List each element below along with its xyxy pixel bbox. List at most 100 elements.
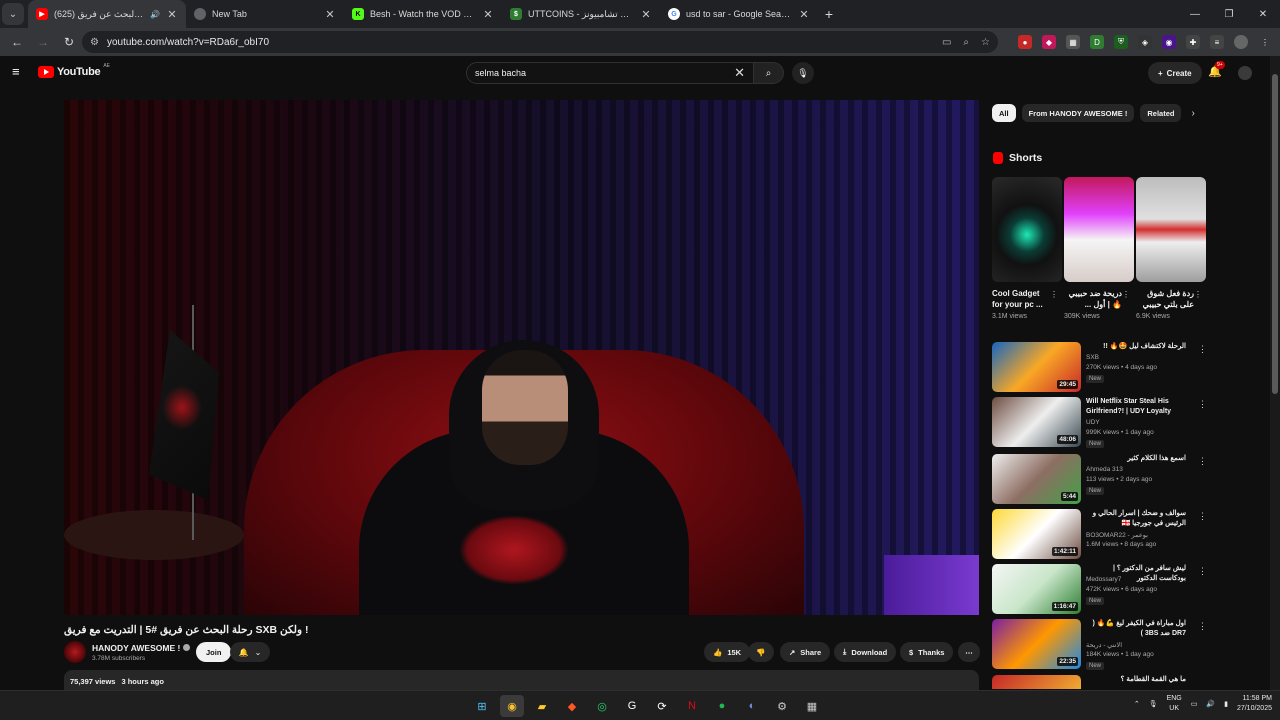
description-box[interactable]: 75,397 views 3 hours ago xyxy=(64,670,979,692)
profile-icon[interactable] xyxy=(1234,35,1248,49)
extension-eye-icon[interactable]: ◉ xyxy=(1162,35,1176,49)
recommended-channel[interactable]: Ahmeda 313 xyxy=(1086,466,1123,473)
video-thumbnail[interactable] xyxy=(992,675,1081,689)
channel-name-row[interactable]: HANODY AWESOME ! xyxy=(92,643,191,653)
recommended-video[interactable]: 1:16:47 ليش سافر من الدكتور ؟ | بودكاست … xyxy=(992,564,1207,614)
recommended-channel[interactable]: BO3OMAR22 - بوعمر xyxy=(1086,531,1148,539)
short-item[interactable]: Cool Gadget for your pc ... 3.1M views ⋮ xyxy=(992,177,1062,320)
account-avatar[interactable] xyxy=(1238,66,1252,80)
dislike-button[interactable]: 👎 xyxy=(748,642,774,662)
zoom-icon[interactable]: ⌕ xyxy=(963,37,969,48)
extension-shield-icon[interactable]: ⛨ xyxy=(1114,35,1128,49)
short-title[interactable]: ردة فعل شوق على بلتي حبيبي ... xyxy=(1136,288,1194,310)
recommended-video[interactable]: 48:06 Will Netflix Star Steal His Girlfr… xyxy=(992,397,1207,448)
url-input[interactable]: ⚙ youtube.com/watch?v=RDa6r_obI70 ▭ ⌕ ☆ xyxy=(82,31,998,53)
recommended-video[interactable]: 29:45 الرحلة لاكتشاف ليل 🤩🔥 !! SXB 270K … xyxy=(992,342,1207,392)
subscription-bell-button[interactable]: 🔔 ⌄ xyxy=(230,642,270,662)
notifications-bell-icon[interactable]: 🔔 9+ xyxy=(1208,61,1225,78)
close-icon[interactable]: ✕ xyxy=(324,8,336,21)
tab-new[interactable]: New Tab ✕ xyxy=(186,0,344,28)
extension-grid-icon[interactable]: ▦ xyxy=(1066,35,1080,49)
youtube-logo[interactable]: YouTube AE xyxy=(38,63,110,78)
video-thumbnail[interactable]: 29:45 xyxy=(992,342,1081,392)
extension-d-icon[interactable]: D xyxy=(1090,35,1104,49)
chip-all[interactable]: All xyxy=(992,104,1016,122)
more-vertical-icon[interactable]: ⋮ xyxy=(1198,566,1207,577)
close-icon[interactable]: ✕ xyxy=(640,8,652,21)
short-title[interactable]: دريحة ضد حبيبي 🔥 | أول ... xyxy=(1064,288,1122,310)
spotify-icon[interactable]: ● xyxy=(710,695,734,717)
maximize-icon[interactable]: ❐ xyxy=(1212,0,1246,28)
recommended-title[interactable]: ما هي القمة القطامة ؟ xyxy=(1086,675,1186,685)
file-explorer-icon[interactable]: ▰ xyxy=(530,695,554,717)
menu-icon[interactable]: ≡ xyxy=(12,65,26,78)
close-icon[interactable]: ✕ xyxy=(482,8,494,21)
tab-search-button[interactable]: ⌄ xyxy=(2,3,24,25)
recommended-video[interactable]: 1:42:11 سوالف و ضحك | اسرار الحالي و الر… xyxy=(992,509,1207,559)
recommended-channel[interactable]: UDY xyxy=(1086,419,1100,426)
steam-icon[interactable]: ⚙ xyxy=(770,695,794,717)
extension-diamond-icon[interactable]: ◈ xyxy=(1138,35,1152,49)
tray-overflow-icon[interactable]: ⌃ xyxy=(1134,700,1140,708)
cast-icon[interactable]: ▭ xyxy=(942,37,951,48)
video-player[interactable] xyxy=(64,100,979,615)
share-button[interactable]: ↗ Share xyxy=(780,642,831,662)
thanks-button[interactable]: $ Thanks xyxy=(900,642,954,662)
short-item[interactable]: دريحة ضد حبيبي 🔥 | أول ... 309K views ⋮ xyxy=(1064,177,1134,320)
forward-icon[interactable]: → xyxy=(32,31,54,53)
short-title[interactable]: Cool Gadget for your pc ... xyxy=(992,288,1050,310)
tab-uttcoins[interactable]: $ UTTCOINS - فوت تشامبيونز ✕ xyxy=(502,0,660,28)
page-scrollbar[interactable] xyxy=(1270,56,1280,690)
recommended-video[interactable]: 5:44 اسمع هذا الكلام كثير Ahmeda 313 113… xyxy=(992,454,1207,504)
short-item[interactable]: ردة فعل شوق على بلتي حبيبي ... 6.9K view… xyxy=(1136,177,1206,320)
minimize-icon[interactable]: — xyxy=(1178,0,1212,28)
reading-list-icon[interactable]: ≡ xyxy=(1210,35,1224,49)
close-icon[interactable]: ✕ xyxy=(166,8,178,21)
video-thumbnail[interactable]: 5:44 xyxy=(992,454,1081,504)
more-vertical-icon[interactable]: ⋮ xyxy=(1198,399,1207,410)
back-icon[interactable]: ← xyxy=(6,31,28,53)
whatsapp-icon[interactable]: ◎ xyxy=(590,695,614,717)
tab-google[interactable]: G usd to sar - Google Search ✕ xyxy=(660,0,818,28)
recommended-channel[interactable]: SXB xyxy=(1086,354,1099,361)
calculator-icon[interactable]: ▦ xyxy=(800,695,824,717)
more-vertical-icon[interactable]: ⋮ xyxy=(1198,621,1207,632)
channel-avatar[interactable] xyxy=(64,641,86,663)
g-app-icon[interactable]: G xyxy=(620,695,644,717)
recommended-title[interactable]: الرحلة لاكتشاف ليل 🤩🔥 !! xyxy=(1086,342,1186,352)
short-thumbnail[interactable] xyxy=(1136,177,1206,282)
like-button[interactable]: 👍 15K xyxy=(704,642,751,662)
tray-mic-icon[interactable]: 🎙 xyxy=(1149,700,1158,708)
clock[interactable]: 11:58 PM 27/10/2025 xyxy=(1237,694,1272,714)
close-window-icon[interactable]: ✕ xyxy=(1246,0,1280,28)
video-thumbnail[interactable]: 1:16:47 xyxy=(992,564,1081,614)
more-vertical-icon[interactable]: ⋮ xyxy=(1198,344,1207,355)
new-tab-button[interactable]: + xyxy=(818,6,840,22)
recommended-video[interactable]: 22:35 اول مباراة في الكيفر ليغ 💪🔥 ( DR7 … xyxy=(992,619,1207,670)
bookmark-star-icon[interactable]: ☆ xyxy=(981,37,990,48)
volume-icon[interactable]: 🔊 xyxy=(1206,700,1215,708)
create-button[interactable]: + Create xyxy=(1148,62,1202,84)
tab-kick[interactable]: K Besh - Watch the VOD on Kick ✕ xyxy=(344,0,502,28)
extensions-puzzle-icon[interactable]: ✚ xyxy=(1186,35,1200,49)
recommended-video[interactable]: ما هي القمة القطامة ؟ xyxy=(992,675,1202,689)
more-vertical-icon[interactable]: ⋮ xyxy=(1198,511,1207,522)
speaker-icon[interactable]: 🔊 xyxy=(150,10,160,19)
network-icon[interactable]: ▭ xyxy=(1191,700,1198,708)
discord-icon[interactable]: ◐ xyxy=(740,695,764,717)
more-actions-button[interactable]: ⋯ xyxy=(958,642,980,662)
chrome-menu-icon[interactable]: ⋮ xyxy=(1258,35,1272,49)
chevron-right-icon[interactable]: › xyxy=(1191,108,1194,119)
tab-youtube[interactable]: ▶ رحلة البحث عن فريق (625) # 🔊 ✕ xyxy=(28,0,186,28)
video-thumbnail[interactable]: 1:42:11 xyxy=(992,509,1081,559)
chip-from-channel[interactable]: From HANODY AWESOME ! xyxy=(1021,104,1135,122)
recommended-channel[interactable]: الانني - دريحة xyxy=(1086,641,1122,649)
netflix-icon[interactable]: N xyxy=(680,695,704,717)
video-thumbnail[interactable]: 22:35 xyxy=(992,619,1081,669)
chip-related[interactable]: Related xyxy=(1140,104,1182,122)
recommended-title[interactable]: Will Netflix Star Steal His Girlfriend?!… xyxy=(1086,397,1186,417)
clear-search-icon[interactable]: ✕ xyxy=(734,65,745,81)
download-button[interactable]: ⤓ Download xyxy=(834,642,897,662)
search-input[interactable]: selma bacha ✕ xyxy=(466,62,754,84)
more-vertical-icon[interactable]: ⋮ xyxy=(1122,290,1130,299)
